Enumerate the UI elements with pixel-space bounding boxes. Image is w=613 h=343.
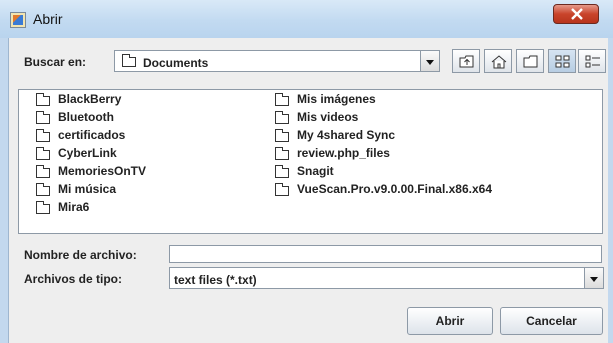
folder-icon [36,147,50,160]
file-name: Mi música [58,182,117,196]
details-view-button[interactable] [578,49,606,73]
home-icon [491,55,507,69]
file-name: Snagit [297,164,334,178]
new-folder-button[interactable] [516,49,544,73]
title-bar: Abrir [0,0,613,39]
filetype-value: text files (*.txt) [174,273,257,287]
list-view-button[interactable] [548,49,576,73]
folder-icon [275,129,289,142]
folder-icon [275,165,289,178]
file-name: certificados [58,128,126,142]
chevron-down-icon[interactable] [420,51,439,71]
file-name: VueScan.Pro.v9.0.00.Final.x86.x64 [297,182,492,196]
lookin-value: Documents [143,56,209,70]
folder-icon [275,111,289,124]
folder-icon [36,111,50,124]
window-frame-left [0,38,9,343]
filename-label: Nombre de archivo: [24,248,137,262]
file-name: MemoriesOnTV [58,164,147,178]
folder-icon [36,201,50,214]
folder-icon [36,165,50,178]
filetype-combo[interactable]: text files (*.txt) [169,267,604,289]
window-frame-right [608,38,613,343]
file-name: Mira6 [58,200,90,214]
file-name: Mis imágenes [297,92,376,106]
file-name: Mis videos [297,110,359,124]
folder-icon [275,147,289,160]
details-view-icon [585,55,600,68]
close-button[interactable] [553,4,599,24]
filename-field[interactable] [169,245,602,263]
open-button[interactable]: Abrir [407,307,493,335]
lookin-label: Buscar en: [24,55,87,69]
close-icon [571,8,583,20]
home-button[interactable] [484,49,512,73]
new-folder-icon [523,55,538,68]
folder-icon [122,54,136,67]
lookin-combo[interactable]: Documents [114,50,440,72]
window-title: Abrir [33,11,63,27]
file-name: My 4shared Sync [297,128,396,142]
file-name: CyberLink [58,146,117,160]
folder-icon [36,129,50,142]
file-list[interactable]: BlackBerry Bluetooth certificados CyberL… [18,89,603,234]
file-name: review.php_files [297,146,390,160]
chevron-down-icon[interactable] [584,268,603,288]
folder-icon [36,183,50,196]
cancel-button[interactable]: Cancelar [500,307,603,335]
folder-icon [275,183,289,196]
file-name: BlackBerry [58,92,122,106]
up-one-level-button[interactable] [452,49,480,73]
folder-icon [275,93,289,106]
java-app-icon [10,12,26,28]
file-name: Bluetooth [58,110,114,124]
folder-icon [36,93,50,106]
list-view-icon [555,55,570,68]
filetype-label: Archivos de tipo: [24,272,123,286]
up-folder-icon [459,55,474,68]
